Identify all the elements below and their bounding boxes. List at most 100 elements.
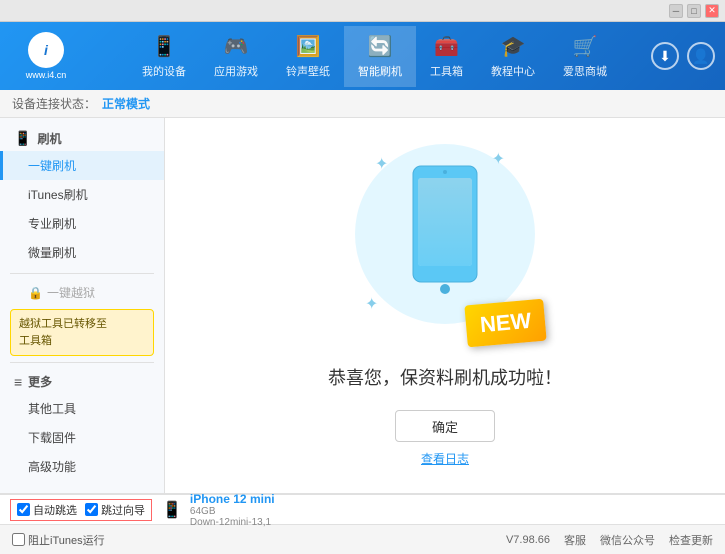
nav-smart-flash[interactable]: 🔄 智能刷机 xyxy=(344,26,416,87)
title-bar: ─ □ ✕ xyxy=(0,0,725,22)
stop-itunes-label: 阻止iTunes运行 xyxy=(28,532,105,548)
auto-jump-checkbox[interactable] xyxy=(17,503,30,516)
stop-itunes[interactable]: 阻止iTunes运行 xyxy=(12,532,105,548)
device-storage: 64GB xyxy=(190,506,275,517)
sidebar-section-more-label: 更多 xyxy=(28,373,52,390)
stop-itunes-checkbox[interactable] xyxy=(12,533,25,546)
sparkle-1: ✦ xyxy=(375,154,388,174)
nav-wallpaper-label: 铃声壁纸 xyxy=(286,63,330,79)
device-details: iPhone 12 mini 64GB Down-12mini-13,1 xyxy=(190,492,275,528)
bottom-bar: 阻止iTunes运行 V7.98.66 客服 微信公众号 检查更新 xyxy=(0,524,725,554)
nav-shop[interactable]: 🛒 爱思商城 xyxy=(549,26,621,87)
nav-toolbox-label: 工具箱 xyxy=(430,63,463,79)
user-button[interactable]: 👤 xyxy=(687,42,715,70)
confirm-button[interactable]: 确定 xyxy=(395,410,495,442)
skip-wizard-label: 跳过向导 xyxy=(101,502,145,518)
phone-illustration: ✦ ✦ ✦ xyxy=(355,144,535,344)
status-bar: 设备连接状态： 正常模式 xyxy=(0,90,725,118)
tutorial-icon: 🎓 xyxy=(501,34,526,59)
sidebar-item-jailbreak-label: 一键越狱 xyxy=(47,284,95,301)
sidebar-info-text: 越狱工具已转移至 工具箱 xyxy=(19,318,107,347)
nav-toolbox[interactable]: 🧰 工具箱 xyxy=(416,26,477,87)
bottom-left: 自动跳选 跳过向导 📱 iPhone 12 mini 64GB Down-12m… xyxy=(10,492,275,528)
auto-jump-label: 自动跳选 xyxy=(33,502,77,518)
sidebar-section-flash-label: 刷机 xyxy=(37,130,61,147)
toolbox-icon: 🧰 xyxy=(434,34,459,59)
sidebar-item-advanced[interactable]: 高级功能 xyxy=(0,452,164,481)
sidebar-item-other-tools-label: 其他工具 xyxy=(28,402,76,416)
sidebar-section-flash: 📱 刷机 xyxy=(0,126,164,151)
nav-smart-flash-label: 智能刷机 xyxy=(358,63,402,79)
new-badge: NEW xyxy=(464,299,547,348)
device-name: iPhone 12 mini xyxy=(190,492,275,506)
bottom-right: V7.98.66 客服 微信公众号 检查更新 xyxy=(506,532,713,548)
bottom-section: 自动跳选 跳过向导 📱 iPhone 12 mini 64GB Down-12m… xyxy=(0,493,725,554)
sidebar-section-more: ≡ 更多 xyxy=(0,369,164,394)
auto-jump-checkbox-label[interactable]: 自动跳选 xyxy=(17,502,77,518)
daily-log-link[interactable]: 查看日志 xyxy=(421,450,469,467)
sidebar-item-pro-flash[interactable]: 专业刷机 xyxy=(0,209,164,238)
sidebar-item-pro-flash-label: 专业刷机 xyxy=(28,217,76,231)
nav-apps-games[interactable]: 🎮 应用游戏 xyxy=(200,26,272,87)
success-message: 恭喜您，保资料刷机成功啦！ xyxy=(328,364,562,390)
skip-wizard-checkbox-label[interactable]: 跳过向导 xyxy=(85,502,145,518)
close-button[interactable]: ✕ xyxy=(705,4,719,18)
phone-svg xyxy=(405,164,485,304)
sidebar-item-jailbreak-disabled: 🔒 一键越狱 xyxy=(0,280,164,305)
maximize-button[interactable]: □ xyxy=(687,4,701,18)
sidebar-item-one-click-flash[interactable]: 一键刷机 xyxy=(0,151,164,180)
device-os: Down-12mini-13,1 xyxy=(190,517,275,528)
skip-wizard-checkbox[interactable] xyxy=(85,503,98,516)
sidebar-item-download-firmware[interactable]: 下载固件 xyxy=(0,423,164,452)
logo: i www.i4.cn xyxy=(10,32,82,80)
nav-tutorial-label: 教程中心 xyxy=(491,63,535,79)
my-device-icon: 📱 xyxy=(152,34,177,59)
new-badge-text: NEW xyxy=(479,308,532,337)
flash-section-icon: 📱 xyxy=(14,130,31,147)
logo-icon: i xyxy=(28,32,64,68)
logo-subtitle: www.i4.cn xyxy=(26,70,67,80)
download-button[interactable]: ⬇ xyxy=(651,42,679,70)
device-info: 📱 iPhone 12 mini 64GB Down-12mini-13,1 xyxy=(162,492,275,528)
sidebar-divider-2 xyxy=(10,362,154,363)
support-link[interactable]: 客服 xyxy=(564,532,586,548)
confirm-button-label: 确定 xyxy=(432,417,458,436)
content-area: ✦ ✦ ✦ xyxy=(165,118,725,493)
checkbox-container: 自动跳选 跳过向导 xyxy=(10,499,152,521)
wallpaper-icon: 🖼️ xyxy=(296,34,321,59)
sidebar-item-advanced-label: 高级功能 xyxy=(28,460,76,474)
sidebar-item-itunes-flash[interactable]: iTunes刷机 xyxy=(0,180,164,209)
nav-wallpaper[interactable]: 🖼️ 铃声壁纸 xyxy=(272,26,344,87)
sidebar-item-one-click-flash-label: 一键刷机 xyxy=(28,159,76,173)
window-controls: ─ □ ✕ xyxy=(669,4,719,18)
header: i www.i4.cn 📱 我的设备 🎮 应用游戏 🖼️ 铃声壁纸 🔄 智能刷机… xyxy=(0,22,725,90)
nav-my-device-label: 我的设备 xyxy=(142,63,186,79)
nav-right-buttons: ⬇ 👤 xyxy=(651,42,715,70)
sparkle-2: ✦ xyxy=(492,149,505,169)
sidebar-divider-1 xyxy=(10,273,154,274)
sidebar-item-download-firmware-label: 下载固件 xyxy=(28,431,76,445)
nav-my-device[interactable]: 📱 我的设备 xyxy=(128,26,200,87)
apps-games-icon: 🎮 xyxy=(224,34,249,59)
check-update-link[interactable]: 检查更新 xyxy=(669,532,713,548)
device-phone-icon: 📱 xyxy=(162,500,182,520)
status-value: 正常模式 xyxy=(102,95,150,112)
sparkle-3: ✦ xyxy=(365,294,378,314)
more-section-icon: ≡ xyxy=(14,374,22,390)
sidebar-item-data-flash[interactable]: 微量刷机 xyxy=(0,238,164,267)
sidebar: 📱 刷机 一键刷机 iTunes刷机 专业刷机 微量刷机 🔒 一键越狱 越狱工具… xyxy=(0,118,165,493)
version-text: V7.98.66 xyxy=(506,534,550,546)
nav-tutorial[interactable]: 🎓 教程中心 xyxy=(477,26,549,87)
main-layout: 📱 刷机 一键刷机 iTunes刷机 专业刷机 微量刷机 🔒 一键越狱 越狱工具… xyxy=(0,118,725,493)
nav-bar: 📱 我的设备 🎮 应用游戏 🖼️ 铃声壁纸 🔄 智能刷机 🧰 工具箱 🎓 教程中… xyxy=(98,26,651,87)
smart-flash-icon: 🔄 xyxy=(368,34,393,59)
lock-icon: 🔒 xyxy=(28,286,43,300)
status-label: 设备连接状态： xyxy=(12,95,96,112)
wechat-link[interactable]: 微信公众号 xyxy=(600,532,655,548)
sidebar-item-other-tools[interactable]: 其他工具 xyxy=(0,394,164,423)
sidebar-info-box: 越狱工具已转移至 工具箱 xyxy=(10,309,154,356)
sidebar-item-itunes-flash-label: iTunes刷机 xyxy=(28,188,88,202)
minimize-button[interactable]: ─ xyxy=(669,4,683,18)
sidebar-item-data-flash-label: 微量刷机 xyxy=(28,246,76,260)
nav-shop-label: 爱思商城 xyxy=(563,63,607,79)
